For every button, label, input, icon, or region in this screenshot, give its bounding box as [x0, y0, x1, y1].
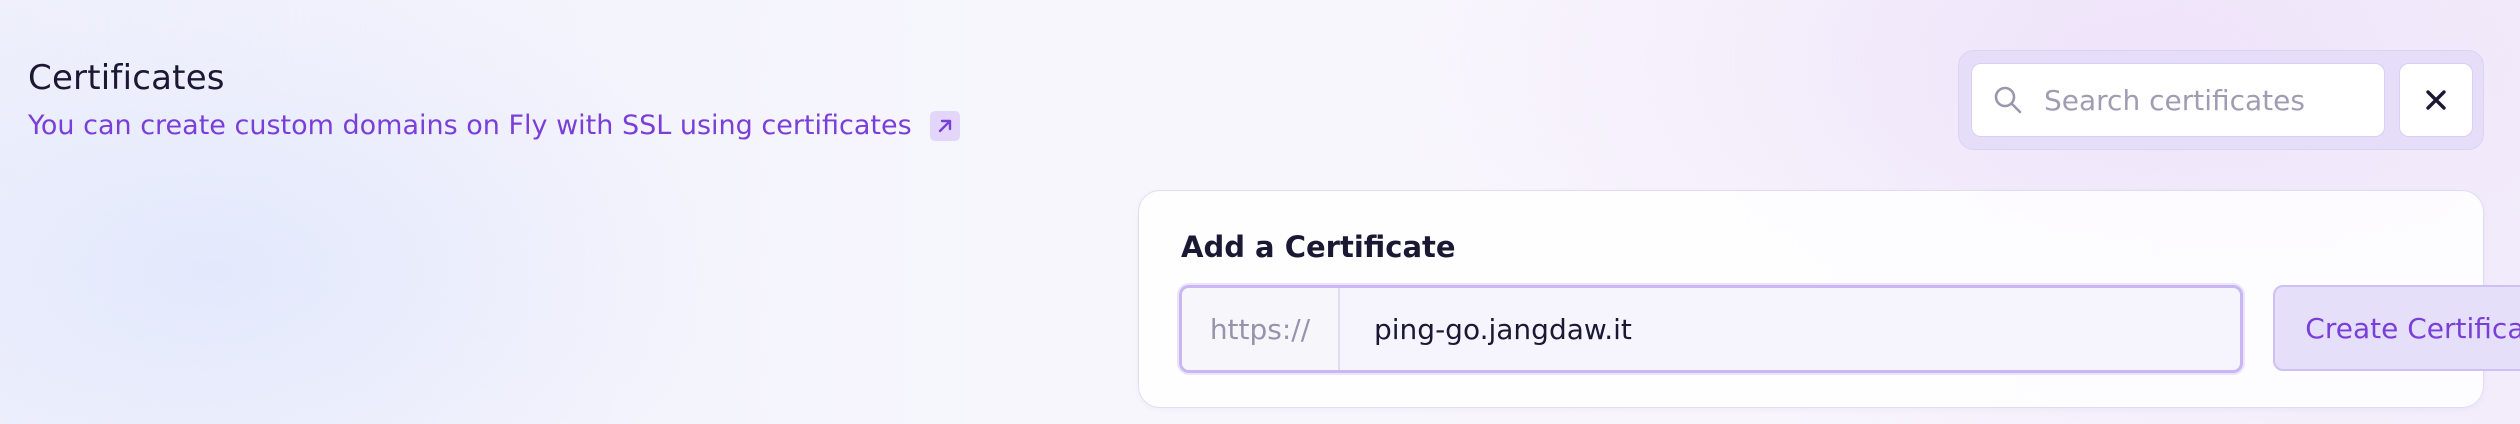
close-icon [2422, 86, 2450, 114]
search-bar [1958, 50, 2484, 150]
url-prefix: https:// [1182, 288, 1340, 370]
certificates-docs-link[interactable]: You can create custom domains on Fly wit… [28, 106, 912, 146]
close-search-button[interactable] [2399, 63, 2473, 137]
add-certificate-card: Add a Certificate https:// Create Certif… [1138, 190, 2520, 408]
search-input[interactable] [2042, 82, 2376, 118]
search-icon [1992, 84, 2024, 116]
create-certificate-button[interactable]: Create Certificate [2273, 285, 2520, 371]
add-certificate-title: Add a Certificate [1181, 230, 1456, 264]
page-title: Certificates [28, 58, 225, 98]
page-header: Certificates You can create custom domai… [28, 54, 960, 146]
subtitle-row: You can create custom domains on Fly wit… [28, 106, 960, 146]
hostname-field[interactable]: https:// [1179, 285, 2243, 373]
arrow-up-right-icon[interactable] [929, 111, 960, 141]
search-box[interactable] [1971, 63, 2385, 137]
hostname-input[interactable] [1340, 288, 2240, 370]
